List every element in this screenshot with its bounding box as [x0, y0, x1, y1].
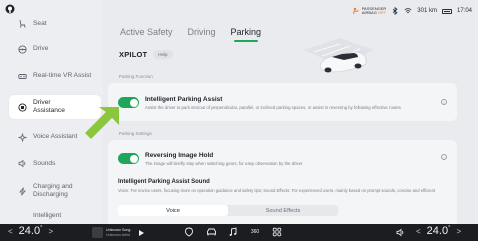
parking-assist-card: Intelligent Parking Assist Assist the dr… [108, 83, 457, 121]
vr-assist-icon [18, 72, 27, 81]
temp-right-decrease[interactable]: < [416, 227, 421, 236]
airbag-state: OFF [377, 10, 386, 15]
temp-right-value[interactable]: 24.0° [427, 225, 451, 237]
driver-assistance-icon [18, 102, 27, 112]
logo-icon [5, 4, 15, 14]
parking-sound-title: Intelligent Parking Assist Sound [118, 179, 210, 185]
sidebar-item-label: Charging and Discharging [33, 183, 73, 198]
sidebar-item-label: Sounds [33, 159, 56, 167]
sidebar-item-label: Intelligent [33, 212, 62, 219]
apps-grid-icon[interactable] [271, 226, 283, 238]
temperature-right: < 24.0° > [416, 225, 461, 237]
bottom-dock: < 24.0° > Unknown Song Unknown Artist 36… [0, 224, 478, 241]
bluetooth-icon [393, 7, 398, 15]
album-art [92, 227, 103, 238]
reversing-hold-info-icon[interactable]: i [441, 154, 447, 160]
song-title: Unknown Song [106, 228, 131, 233]
sidebar-item-label: Voice Assistant [33, 133, 78, 141]
highlight-arrow-icon [85, 107, 119, 139]
xpilot-header: XPILOT Help [119, 50, 173, 59]
camera-360-icon[interactable]: 360 [249, 226, 261, 238]
section-label-parking-settings: Parking Settings [119, 131, 152, 136]
sidebar-item-label: Driver Assistance [33, 99, 65, 114]
airbag-label-line2: AIRBAG [361, 10, 377, 15]
temp-left-value[interactable]: 24.0° [19, 225, 43, 237]
sound-option-voice[interactable]: Voice [118, 205, 228, 216]
parking-assist-row: Intelligent Parking Assist Assist the dr… [118, 96, 447, 110]
charging-icon [18, 187, 27, 196]
reversing-hold-title: Reversing Image Hold [145, 152, 214, 159]
parking-assist-toggle[interactable] [118, 97, 139, 108]
reversing-hold-toggle[interactable] [118, 153, 139, 164]
parking-sound-selector: Voice Sound Effects [118, 205, 338, 216]
temp-right-increase[interactable]: > [457, 227, 462, 236]
sidebar-item-label: Drive [33, 45, 49, 53]
parking-sound-desc: Voice: For novice users, focusing more o… [118, 188, 436, 193]
temperature-left: < 24.0° > [8, 225, 53, 237]
volume-icon[interactable] [396, 228, 405, 237]
airbag-icon [352, 7, 359, 15]
voice-icon [18, 132, 27, 142]
song-artist: Unknown Artist [106, 232, 130, 237]
reversing-hold-desc: The image will briefly stay when switchi… [145, 161, 303, 166]
parking-assist-desc: Assist the driver to park into/out of pe… [145, 105, 401, 110]
range-text: 301 km [417, 8, 437, 14]
reversing-hold-row: Reversing Image Hold The image will brie… [118, 152, 447, 166]
seat-icon [18, 19, 27, 28]
sidebar-item-intelligent[interactable]: Intelligent [4, 212, 103, 224]
parking-settings-card: Reversing Image Hold The image will brie… [108, 140, 457, 230]
sidebar-item-drive[interactable]: Drive [4, 42, 103, 56]
sound-option-sound-effects[interactable]: Sound Effects [228, 205, 338, 216]
status-bar: PASSENGER AIRBAG OFF 301 km 17:04 [352, 5, 472, 17]
tab-parking[interactable]: Parking [231, 27, 261, 42]
media-player[interactable]: Unknown Song Unknown Artist [92, 227, 145, 238]
intelligent-icon [18, 212, 27, 221]
play-icon[interactable] [139, 229, 145, 236]
sidebar-item-sounds[interactable]: Sounds [4, 157, 103, 170]
steering-wheel-icon [18, 44, 27, 54]
parking-assist-info-icon[interactable]: i [441, 99, 447, 105]
tab-driving[interactable]: Driving [188, 27, 216, 40]
passenger-airbag-indicator: PASSENGER AIRBAG OFF [352, 6, 386, 16]
section-label-parking-function: Parking Function [119, 74, 153, 79]
dock-icons: 360 [183, 226, 283, 238]
speaker-icon [18, 159, 27, 168]
help-button[interactable]: Help [153, 50, 173, 59]
wifi-icon [404, 8, 412, 14]
clock: 17:04 [456, 8, 472, 14]
temp-left-decrease[interactable]: < [8, 227, 13, 236]
tab-active-safety[interactable]: Active Safety [120, 27, 173, 40]
tab-bar: Active Safety Driving Parking [120, 27, 261, 42]
parking-car-illustration [304, 38, 374, 73]
sidebar-item-seat[interactable]: Seat [4, 17, 103, 30]
sidebar-item-label: Real-time VR Assist [33, 72, 92, 80]
battery-icon [441, 8, 452, 14]
xpilot-title: XPILOT [119, 50, 148, 59]
music-icon[interactable] [227, 226, 239, 238]
sidebar-item-real-time-vr-assist[interactable]: Real-time VR Assist [4, 67, 103, 85]
car-icon[interactable] [205, 226, 217, 238]
navigation-icon[interactable] [183, 226, 195, 238]
parking-assist-title: Intelligent Parking Assist [145, 96, 223, 103]
temp-left-increase[interactable]: > [49, 227, 54, 236]
sidebar-item-charging-and-discharging[interactable]: Charging and Discharging [4, 182, 103, 200]
sidebar-item-label: Seat [33, 19, 47, 27]
